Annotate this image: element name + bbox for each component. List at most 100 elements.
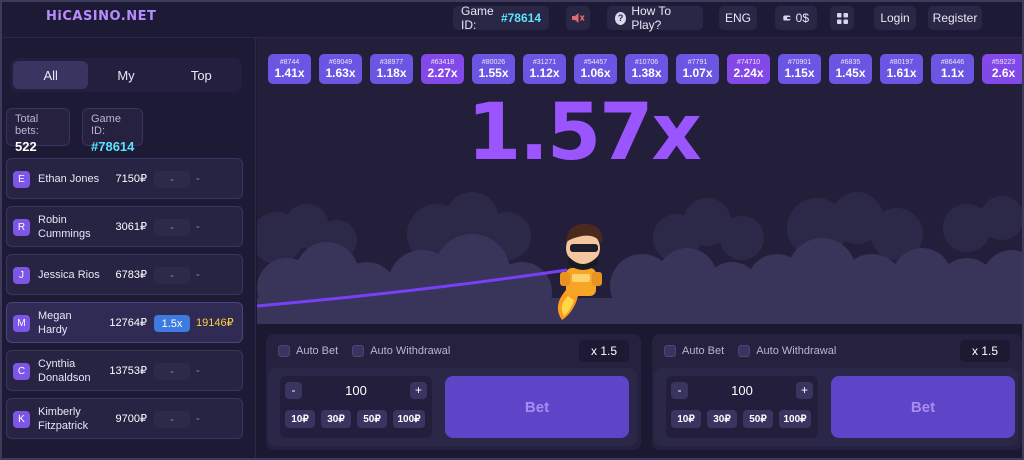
history-chip[interactable]: #86446 1.1x (931, 54, 974, 84)
avatar: K (13, 411, 30, 428)
decrease-button[interactable]: - (285, 381, 302, 399)
history-multiplier: 1.1x (940, 66, 965, 80)
sidebar-game-id-value: #78614 (91, 139, 135, 154)
history-multiplier: 1.55x (478, 66, 509, 80)
bet-amount-value[interactable]: 100 (345, 383, 367, 398)
player-multiplier: - (154, 267, 190, 284)
history-chip[interactable]: #38977 1.18x (370, 54, 413, 84)
chip-50[interactable]: 50₽ (743, 410, 773, 428)
decrease-button[interactable]: - (671, 381, 688, 399)
multiplier-history: #8744 1.41x #69049 1.63x #38977 1.18x #63418 2.… (268, 54, 1024, 84)
history-chip[interactable]: #31271 1.12x (523, 54, 566, 84)
history-round-id: #63418 (430, 59, 455, 66)
history-chip[interactable]: #80197 1.61x (880, 54, 923, 84)
login-button[interactable]: Login (874, 6, 916, 30)
player-name: Jessica Rios (38, 268, 100, 281)
tab-my[interactable]: My (88, 61, 163, 89)
history-chip[interactable]: #8744 1.41x (268, 54, 311, 84)
chip-30[interactable]: 30₽ (321, 410, 351, 428)
auto-withdraw-multiplier[interactable]: x 1.5 (579, 340, 629, 362)
history-chip[interactable]: #6835 1.45x (829, 54, 872, 84)
auto-withdraw-multiplier[interactable]: x 1.5 (960, 340, 1010, 362)
increase-button[interactable]: + (795, 381, 813, 399)
player-multiplier: - (154, 363, 190, 380)
how-to-play-button[interactable]: ? How To Play? (607, 4, 703, 32)
player-multiplier: 1.5x (154, 315, 190, 332)
player-win: - (196, 412, 200, 425)
auto-bet-checkbox[interactable]: Auto Bet (278, 345, 338, 357)
avatar: C (13, 363, 30, 380)
history-round-id: #54457 (583, 59, 608, 66)
player-multiplier: - (154, 171, 190, 188)
history-round-id: #10706 (634, 59, 659, 66)
balance-display[interactable]: 0$ (775, 6, 817, 30)
history-chip[interactable]: #69049 1.63x (319, 54, 362, 84)
bet-amount-value[interactable]: 100 (731, 383, 753, 398)
tab-top[interactable]: Top (164, 61, 239, 89)
chip-100[interactable]: 100₽ (779, 410, 811, 428)
history-chip[interactable]: #59223 2.6x (982, 54, 1024, 84)
chip-50[interactable]: 50₽ (357, 410, 387, 428)
history-multiplier: 1.45x (835, 66, 866, 80)
player-name: Megan Hardy (38, 309, 72, 336)
bet-button[interactable]: Bet (445, 376, 629, 438)
chip-10[interactable]: 10₽ (285, 410, 315, 428)
history-chip[interactable]: #54457 1.06x (574, 54, 617, 84)
auto-withdrawal-checkbox[interactable]: Auto Withdrawal (738, 345, 836, 357)
rocket-pilot-character (557, 223, 603, 320)
history-chip[interactable]: #63418 2.27x (421, 54, 464, 84)
player-row: K Kimberly Fitzpatrick 9700₽ - - (6, 398, 243, 439)
chip-10[interactable]: 10₽ (671, 410, 701, 428)
history-multiplier: 1.12x (529, 66, 560, 80)
history-multiplier: 1.63x (325, 66, 356, 80)
menu-grid-button[interactable] (830, 6, 854, 30)
history-round-id: #59223 (991, 59, 1016, 66)
history-round-id: #6835 (840, 59, 861, 66)
tab-all[interactable]: All (13, 61, 89, 89)
top-bar: HiCASINO.NET Game ID: #78614 ? How To Pl… (0, 0, 1024, 38)
history-round-id: #38977 (379, 59, 404, 66)
avatar: J (13, 267, 30, 284)
register-button[interactable]: Register (928, 6, 982, 30)
chip-30[interactable]: 30₽ (707, 410, 737, 428)
history-round-id: #86446 (940, 59, 965, 66)
history-chip[interactable]: #80026 1.55x (472, 54, 515, 84)
history-chip[interactable]: #70901 1.15x (778, 54, 821, 84)
player-win: - (196, 172, 200, 185)
total-bets-box: Total bets: 522 (6, 108, 70, 154)
auto-withdrawal-checkbox[interactable]: Auto Withdrawal (352, 345, 450, 357)
players-list: E Ethan Jones 7150₽ - - R Robin Cummings… (6, 158, 244, 446)
avatar: R (13, 219, 30, 236)
history-chip[interactable]: #7791 1.07x (676, 54, 719, 84)
player-win: 19146₽ (196, 317, 234, 329)
sound-off-icon (572, 13, 585, 23)
bet-amount-box: - 100 + 10₽ 30₽ 50₽ 100₽ (666, 376, 818, 438)
player-row: M Megan Hardy 12764₽ 1.5x 19146₽ (6, 302, 243, 343)
auto-bet-checkbox[interactable]: Auto Bet (664, 345, 724, 357)
history-chip[interactable]: #10706 1.38x (625, 54, 668, 84)
player-bet-amount: 12764₽ (109, 317, 147, 329)
history-chip[interactable]: #74710 2.24x (727, 54, 770, 84)
player-multiplier: - (154, 219, 190, 236)
current-multiplier: 1.57x (467, 88, 702, 178)
history-multiplier: 2.6x (991, 66, 1016, 80)
chip-100[interactable]: 100₽ (393, 410, 425, 428)
history-round-id: #74710 (736, 59, 761, 66)
mute-button[interactable] (566, 6, 590, 30)
player-row: J Jessica Rios 6783₽ - - (6, 254, 243, 295)
bet-panel-1: Auto Bet Auto Withdrawal x 1.5 - 100 + 1… (266, 334, 641, 450)
history-multiplier: 1.06x (580, 66, 611, 80)
player-bet-amount: 6783₽ (115, 269, 147, 281)
total-bets-value: 522 (15, 139, 37, 154)
language-selector[interactable]: ENG (719, 6, 757, 30)
increase-button[interactable]: + (409, 381, 427, 399)
history-multiplier: 2.27x (427, 66, 458, 80)
logo[interactable]: HiCASINO.NET (46, 9, 156, 24)
player-win: - (196, 268, 200, 281)
history-round-id: #8744 (279, 59, 300, 66)
history-round-id: #70901 (787, 59, 812, 66)
game-id-label: Game ID: (461, 4, 494, 32)
bet-button[interactable]: Bet (831, 376, 1015, 438)
bet-amount-stepper: - 100 + (671, 380, 813, 400)
avatar: E (13, 171, 30, 188)
